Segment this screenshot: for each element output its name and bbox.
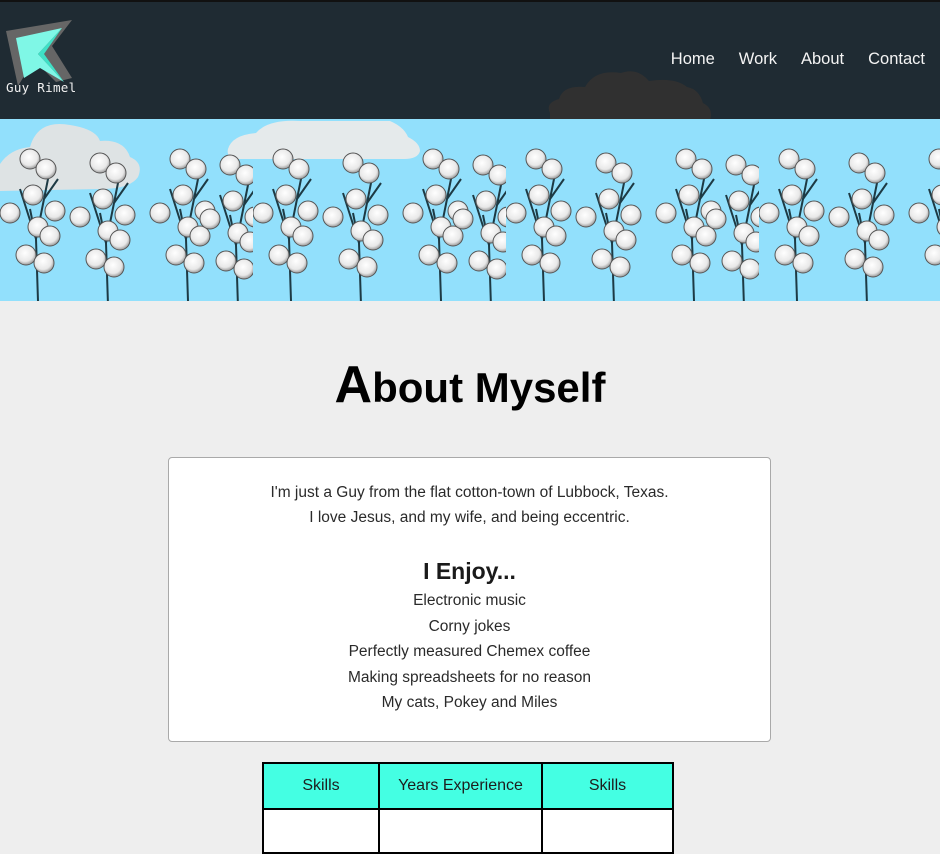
enjoy-heading: I Enjoy... (423, 558, 516, 584)
about-card: I'm just a Guy from the flat cotton-town… (168, 457, 771, 742)
list-item: Corny jokes (428, 617, 511, 635)
cotton-field-illustration (0, 119, 940, 301)
intro-text: I'm just a Guy from the flat cotton-town… (169, 480, 770, 530)
title-rest: bout Myself (372, 364, 606, 411)
enjoy-list: Electronic music Corny jokes Perfectly m… (169, 588, 770, 716)
nav-home[interactable]: Home (671, 50, 715, 69)
logo-text[interactable]: Guy Rimel (6, 80, 76, 95)
main-nav: Home Work About Contact (647, 50, 925, 69)
nav-work[interactable]: Work (739, 50, 777, 69)
column-header-years-experience: Years Experience (378, 762, 543, 810)
column-header-skills-2: Skills (541, 762, 674, 810)
intro-line: I'm just a Guy from the flat cotton-town… (270, 484, 669, 501)
table-cell (378, 808, 543, 854)
list-item: Making spreadsheets for no reason (348, 668, 591, 686)
site-header: Guy Rimel Home Work About Contact (0, 2, 940, 123)
table-row (262, 808, 674, 854)
table-cell (541, 808, 674, 854)
list-item: Electronic music (413, 592, 526, 609)
table-header-row: Skills Years Experience Skills (262, 762, 674, 810)
table-cell (262, 808, 380, 854)
column-header-skills: Skills (262, 762, 380, 810)
list-item: My cats, Pokey and Miles (381, 694, 558, 712)
intro-line: I love Jesus, and my wife, and being ecc… (309, 509, 630, 526)
title-initial: A (334, 356, 373, 414)
nav-about[interactable]: About (801, 50, 844, 69)
list-item: Perfectly measured Chemex coffee (348, 643, 591, 661)
cotton-banner (0, 119, 940, 301)
nav-contact[interactable]: Contact (868, 50, 925, 69)
page-title: About Myself (0, 355, 940, 415)
dark-cloud-decoration (548, 71, 711, 123)
skills-table: Skills Years Experience Skills (262, 762, 674, 854)
